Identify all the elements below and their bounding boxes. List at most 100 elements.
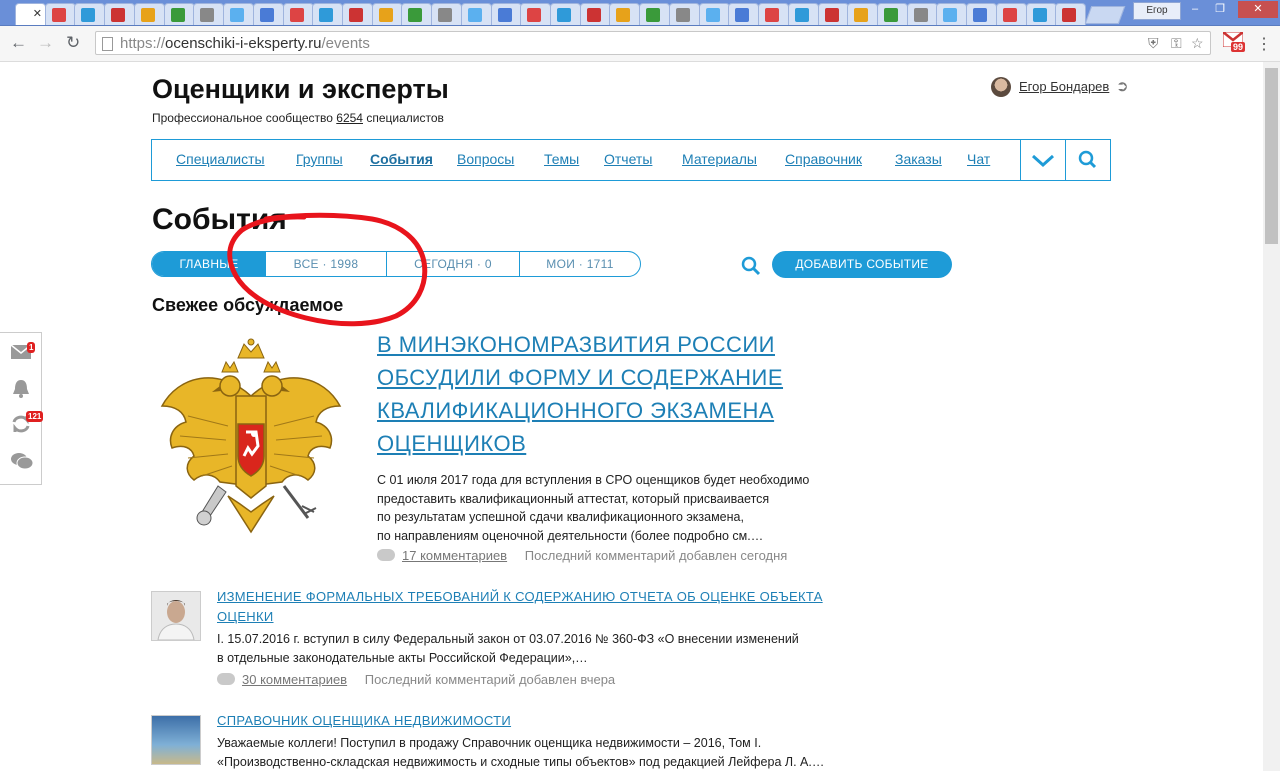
browser-tab[interactable] (401, 3, 433, 25)
site-title[interactable]: Оценщики и эксперты (152, 74, 449, 105)
browser-tab[interactable] (223, 3, 255, 25)
tab-favicon-icon (646, 8, 661, 22)
notifications-button[interactable] (10, 378, 32, 398)
browser-tab[interactable] (371, 3, 403, 25)
browser-tab[interactable] (520, 3, 552, 25)
browser-tab[interactable] (639, 3, 671, 25)
tab-favicon-icon (111, 8, 126, 22)
browser-tab[interactable] (847, 3, 879, 25)
user-name-link[interactable]: Егор Бондарев (1019, 79, 1109, 94)
browser-tab[interactable] (163, 3, 195, 25)
tab-all[interactable]: ВСЕ · 1998 (266, 252, 386, 276)
browser-menu-icon[interactable]: ⋮ (1256, 34, 1272, 54)
close-window-icon[interactable]: ✕ (1238, 1, 1278, 18)
nav-item-reports[interactable]: Отчеты (604, 151, 652, 167)
new-tab-button[interactable] (1084, 6, 1126, 24)
browser-tab[interactable] (966, 3, 998, 25)
nav-item-specialists[interactable]: Специалисты (176, 151, 265, 167)
browser-tab[interactable] (609, 3, 641, 25)
nav-item-groups[interactable]: Группы (296, 151, 343, 167)
browser-tab[interactable] (668, 3, 700, 25)
nav-item-materials[interactable]: Материалы (682, 151, 757, 167)
book-cover-image[interactable] (151, 715, 201, 765)
avatar[interactable] (991, 77, 1011, 97)
tab-favicon-icon (438, 8, 453, 22)
browser-tab[interactable] (936, 3, 968, 25)
shield-icon[interactable]: ⛨ (1148, 35, 1159, 52)
close-tab-icon[interactable]: ✕ (33, 7, 42, 21)
browser-tab[interactable] (74, 3, 106, 25)
browser-tab[interactable] (44, 3, 76, 25)
browser-tab[interactable] (193, 3, 225, 25)
gmail-extension-icon[interactable]: 99 (1222, 31, 1246, 52)
browser-tab[interactable] (133, 3, 165, 25)
browser-tab[interactable] (341, 3, 373, 25)
browser-tab[interactable] (104, 3, 136, 25)
restore-icon[interactable]: ❐ (1208, 1, 1232, 18)
browser-tab[interactable] (906, 3, 938, 25)
address-bar[interactable]: https://ocenschiki-i-eksperty.ru/events … (95, 31, 1211, 55)
bookmark-star-icon[interactable]: ☆ (1191, 35, 1204, 52)
tab-today[interactable]: СЕГОДНЯ · 0 (387, 252, 519, 276)
minimize-icon[interactable]: – (1183, 1, 1207, 18)
comments-link[interactable]: 17 комментариев (402, 548, 507, 563)
event-title-link[interactable]: СПРАВОЧНИК ОЦЕНЩИКА НЕДВИЖИМОСТИ (217, 711, 867, 731)
nav-item-orders[interactable]: Заказы (895, 151, 942, 167)
tab-favicon-icon (765, 8, 780, 22)
browser-tab[interactable] (252, 3, 284, 25)
browser-tab[interactable] (312, 3, 344, 25)
nav-item-topics[interactable]: Темы (544, 151, 579, 167)
title-line[interactable]: ОЦЕНКИ (217, 607, 867, 627)
browser-tab[interactable]: ✕ (15, 3, 46, 25)
tab-main[interactable]: ГЛАВНЫЕ (152, 252, 266, 276)
browser-tab[interactable] (431, 3, 463, 25)
events-search-button[interactable] (741, 256, 761, 281)
comment-icon (377, 549, 395, 561)
title-line[interactable]: ИЗМЕНЕНИЕ ФОРМАЛЬНЫХ ТРЕБОВАНИЙ К СОДЕРЖ… (217, 587, 867, 607)
event-title-link[interactable]: ИЗМЕНЕНИЕ ФОРМАЛЬНЫХ ТРЕБОВАНИЙ К СОДЕРЖ… (217, 587, 867, 627)
coat-of-arms-image[interactable] (158, 336, 344, 536)
browser-tab-bar: ✕ Егор – ❐ ✕ (0, 0, 1280, 26)
browser-tab[interactable] (698, 3, 730, 25)
tab-favicon-icon (527, 8, 542, 22)
browser-tab[interactable] (550, 3, 581, 25)
browser-tab[interactable] (817, 3, 849, 25)
section-heading: Свежее обсуждаемое (152, 295, 344, 315)
browser-tab[interactable] (1055, 3, 1087, 25)
nav-search-button[interactable] (1066, 140, 1110, 180)
browser-tab[interactable] (728, 3, 760, 25)
nav-item-chat[interactable]: Чат (967, 151, 990, 167)
browser-tab[interactable] (460, 3, 492, 25)
browser-tab[interactable] (282, 3, 314, 25)
nav-item-events[interactable]: События (370, 151, 433, 167)
page-scrollbar[interactable] (1263, 62, 1280, 771)
logout-icon[interactable]: ➲ (1116, 77, 1129, 95)
bell-icon (13, 380, 29, 398)
members-count-link[interactable]: 6254 (336, 111, 363, 125)
browser-tab[interactable] (787, 3, 819, 25)
browser-profile-chip[interactable]: Егор (1133, 2, 1181, 20)
tab-mine[interactable]: МОИ · 1711 (520, 252, 640, 276)
browser-tab[interactable] (1025, 3, 1057, 25)
chat-button[interactable] (10, 451, 34, 471)
comments-link[interactable]: 30 комментариев (242, 672, 347, 687)
notifications-widget: 1 121 (0, 332, 44, 485)
browser-tab[interactable] (876, 3, 908, 25)
back-icon[interactable]: ← (10, 33, 27, 53)
key-icon[interactable]: ⚿ (1171, 35, 1182, 52)
nav-more-button[interactable] (1021, 140, 1065, 180)
browser-tab[interactable] (995, 3, 1027, 25)
text-line: С 01 июля 2017 года для вступления в СРО… (377, 473, 810, 487)
nav-item-directory[interactable]: Справочник (785, 151, 862, 167)
reload-icon[interactable]: ↻ (66, 33, 80, 53)
author-photo[interactable] (151, 591, 201, 641)
forward-icon[interactable]: → (37, 33, 54, 53)
browser-tab[interactable] (579, 3, 611, 25)
featured-event-title-link[interactable]: В МИНЭКОНОМРАЗВИТИЯ РОССИИ ОБСУДИЛИ ФОРМ… (377, 328, 847, 460)
add-event-button[interactable]: ДОБАВИТЬ СОБЫТИЕ (772, 251, 952, 278)
title-line[interactable]: СПРАВОЧНИК ОЦЕНЩИКА НЕДВИЖИМОСТИ (217, 711, 867, 731)
nav-item-questions[interactable]: Вопросы (457, 151, 514, 167)
scrollbar-thumb[interactable] (1265, 68, 1278, 244)
browser-tab[interactable] (490, 3, 522, 25)
browser-tab[interactable] (758, 3, 790, 25)
